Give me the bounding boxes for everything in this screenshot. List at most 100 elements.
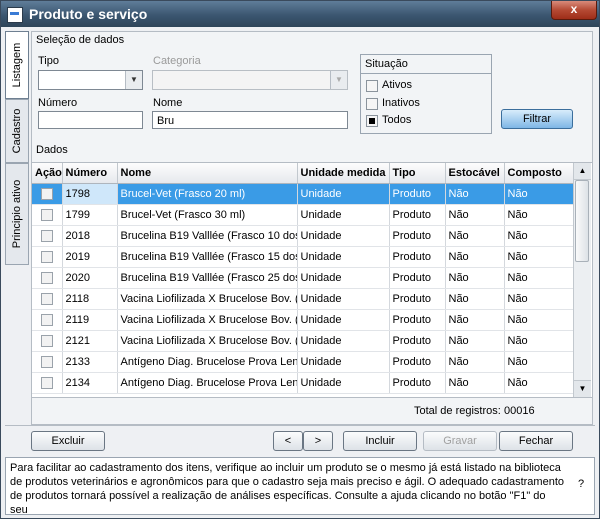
row-action-cell[interactable]: [32, 372, 63, 394]
cell-composto: Não: [504, 351, 574, 373]
todos-checkbox[interactable]: [366, 115, 378, 127]
excluir-button[interactable]: Excluir: [31, 431, 105, 451]
chevron-down-icon[interactable]: ▼: [125, 71, 142, 89]
col-unidade[interactable]: Unidade medida: [297, 163, 390, 184]
cell-estocavel: Não: [445, 267, 505, 289]
cell-numero: 2118: [62, 288, 118, 310]
tipo-label: Tipo: [38, 55, 59, 67]
cell-numero: 2020: [62, 267, 118, 289]
col-numero[interactable]: Número: [62, 163, 118, 184]
row-action-cell[interactable]: [32, 351, 63, 373]
scroll-down-icon[interactable]: ▼: [574, 380, 591, 397]
table-row[interactable]: 2134 Antígeno Diag. Brucelose Prova Lent…: [32, 372, 574, 394]
categoria-label: Categoria: [153, 55, 201, 67]
cell-estocavel: Não: [445, 246, 505, 268]
table-row[interactable]: 2119 Vacina Liofilizada X Brucelose Bov.…: [32, 309, 574, 331]
cell-unidade: Unidade: [297, 225, 390, 247]
situacao-group: Situação Ativos Inativos Todos: [360, 54, 492, 134]
scroll-thumb[interactable]: [575, 180, 589, 262]
row-action-cell[interactable]: [32, 183, 63, 205]
gravar-button[interactable]: Gravar: [423, 431, 497, 451]
cell-numero: 2121: [62, 330, 118, 352]
inativos-checkbox[interactable]: [366, 98, 378, 110]
next-button[interactable]: >: [303, 431, 333, 451]
help-question-icon[interactable]: ?: [578, 478, 584, 490]
table-row[interactable]: 2019 Brucelina B19 Valllée (Frasco 15 do…: [32, 246, 574, 268]
cell-numero: 2119: [62, 309, 118, 331]
row-checkbox[interactable]: [41, 272, 53, 285]
cell-nome: Brucel-Vet (Frasco 20 ml): [117, 183, 298, 205]
cell-tipo: Produto: [389, 225, 446, 247]
table-row[interactable]: 1798 Brucel-Vet (Frasco 20 ml) Unidade P…: [32, 183, 574, 205]
vertical-scrollbar[interactable]: ▲ ▼: [573, 163, 591, 397]
row-checkbox[interactable]: [41, 377, 53, 390]
total-label: Total de registros:: [414, 405, 501, 417]
row-checkbox[interactable]: [41, 356, 53, 369]
row-checkbox[interactable]: [41, 314, 53, 327]
nome-label: Nome: [153, 97, 183, 109]
col-estocavel[interactable]: Estocável: [445, 163, 505, 184]
app-icon: [7, 7, 23, 23]
table-row[interactable]: 2018 Brucelina B19 Valllée (Frasco 10 do…: [32, 225, 574, 247]
window-title: Produto e serviço: [29, 6, 148, 22]
situacao-divider: [361, 73, 491, 74]
row-action-cell[interactable]: [32, 204, 63, 226]
nome-input[interactable]: Bru: [152, 111, 348, 129]
col-nome[interactable]: Nome: [117, 163, 298, 184]
cell-nome: Brucelina B19 Valllée (Frasco 10 doses): [117, 225, 298, 247]
row-action-cell[interactable]: [32, 288, 63, 310]
row-checkbox[interactable]: [41, 293, 53, 306]
cell-unidade: Unidade: [297, 204, 390, 226]
tipo-select[interactable]: ▼: [38, 70, 143, 90]
row-checkbox[interactable]: [41, 230, 53, 243]
cell-composto: Não: [504, 204, 574, 226]
col-tipo[interactable]: Tipo: [389, 163, 446, 184]
cell-estocavel: Não: [445, 372, 505, 394]
dados-section-title: Dados: [36, 144, 68, 156]
help-text: Para facilitar ao cadastramento dos iten…: [10, 462, 564, 516]
numero-input[interactable]: [38, 111, 143, 129]
scroll-up-icon[interactable]: ▲: [574, 163, 591, 180]
cell-numero: 2019: [62, 246, 118, 268]
row-action-cell[interactable]: [32, 246, 63, 268]
row-action-cell[interactable]: [32, 309, 63, 331]
close-button[interactable]: x: [551, 1, 597, 20]
ativos-checkbox[interactable]: [366, 80, 378, 92]
prev-button[interactable]: <: [273, 431, 303, 451]
title-bar[interactable]: Produto e serviço x: [1, 1, 599, 27]
table-row[interactable]: 1799 Brucel-Vet (Frasco 30 ml) Unidade P…: [32, 204, 574, 226]
cell-composto: Não: [504, 288, 574, 310]
incluir-button[interactable]: Incluir: [343, 431, 417, 451]
tab-listagem[interactable]: Listagem: [5, 31, 29, 99]
cell-composto: Não: [504, 330, 574, 352]
row-checkbox[interactable]: [41, 188, 53, 201]
bottom-toolbar: Excluir < > Incluir Gravar Fechar: [5, 425, 595, 456]
cell-tipo: Produto: [389, 309, 446, 331]
row-checkbox[interactable]: [41, 209, 53, 222]
cell-unidade: Unidade: [297, 309, 390, 331]
table-row[interactable]: 2133 Antígeno Diag. Brucelose Prova Lent…: [32, 351, 574, 373]
table-row[interactable]: 2121 Vacina Liofilizada X Brucelose Bov.…: [32, 330, 574, 352]
tab-principio-ativo[interactable]: Principio ativo: [5, 163, 29, 265]
cell-composto: Não: [504, 246, 574, 268]
cell-numero: 1799: [62, 204, 118, 226]
col-acao[interactable]: Ação: [32, 163, 63, 184]
cell-unidade: Unidade: [297, 288, 390, 310]
tab-cadastro[interactable]: Cadastro: [5, 99, 29, 163]
filtrar-button[interactable]: Filtrar: [501, 109, 573, 129]
row-action-cell[interactable]: [32, 225, 63, 247]
situacao-label: Situação: [365, 58, 408, 70]
chevron-down-icon[interactable]: ▼: [330, 71, 347, 89]
main-window: Produto e serviço x Listagem Cadastro Pr…: [0, 0, 600, 519]
help-panel: Para facilitar ao cadastramento dos iten…: [5, 457, 595, 516]
row-action-cell[interactable]: [32, 267, 63, 289]
categoria-select[interactable]: ▼: [152, 70, 348, 90]
row-checkbox[interactable]: [41, 335, 53, 348]
fechar-button[interactable]: Fechar: [499, 431, 573, 451]
col-composto[interactable]: Composto: [504, 163, 574, 184]
row-checkbox[interactable]: [41, 251, 53, 264]
table-row[interactable]: 2020 Brucelina B19 Valllée (Frasco 25 do…: [32, 267, 574, 289]
cell-estocavel: Não: [445, 351, 505, 373]
table-row[interactable]: 2118 Vacina Liofilizada X Brucelose Bov.…: [32, 288, 574, 310]
row-action-cell[interactable]: [32, 330, 63, 352]
